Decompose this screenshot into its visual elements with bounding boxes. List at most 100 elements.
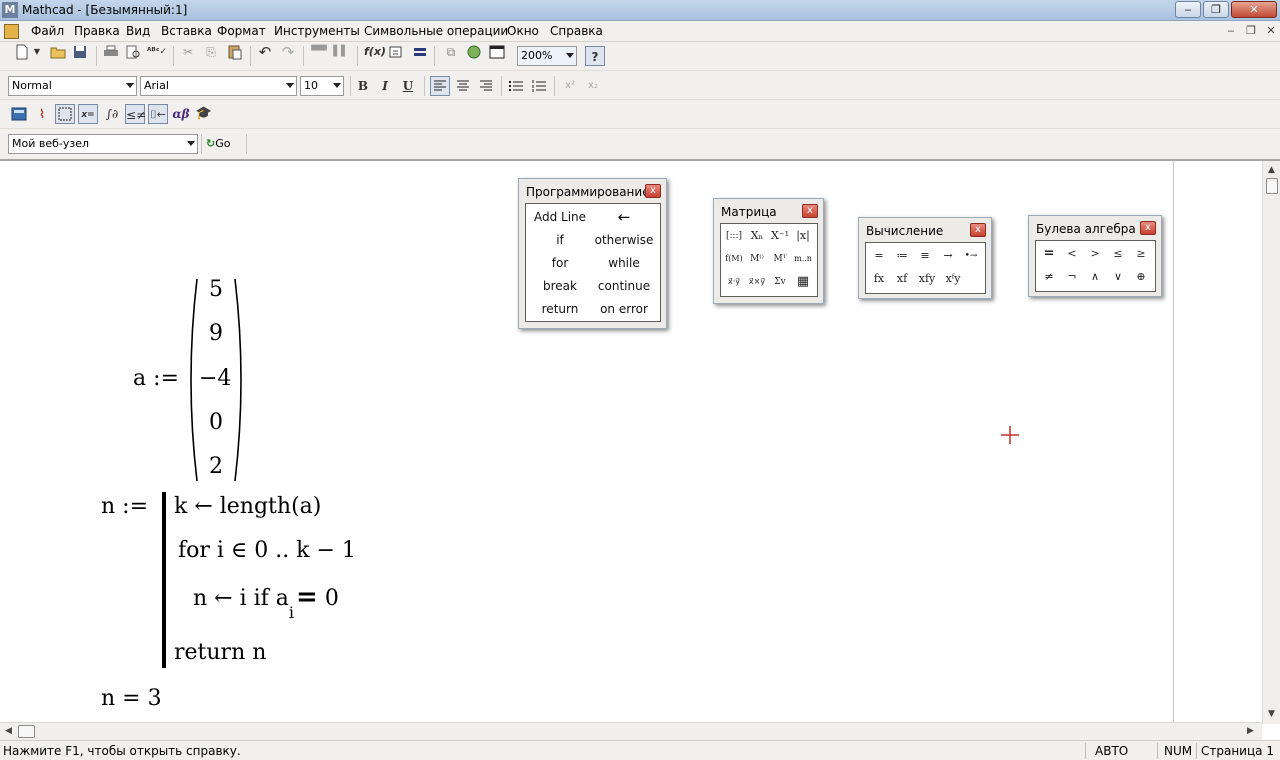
on-error-button[interactable]: on error [594,302,654,316]
not-button[interactable]: ¬ [1061,267,1083,287]
return-button[interactable]: return [530,302,590,316]
align-down-icon[interactable]: ▌▌ [331,42,351,62]
continue-button[interactable]: continue [594,279,654,293]
component-icon[interactable]: ⧉ [441,42,461,62]
matrix-toolbar-icon[interactable] [55,104,75,124]
matrix-palette[interactable]: Матрица x [:::] Xₙ X⁻¹ |x| f(M) M⁽⁾ Mᵀ m… [713,198,824,304]
mdi-restore-button[interactable]: ❐ [1243,24,1259,38]
open-folder-icon[interactable] [48,42,68,62]
web-address-select[interactable]: Мой веб-узел [8,134,198,154]
new-dropdown-icon[interactable]: ▼ [31,42,43,62]
close-icon[interactable]: x [1140,221,1156,235]
evaluation-toolbar-icon[interactable]: x= [78,104,98,124]
style-select[interactable]: Normal [8,76,137,96]
calculator-toolbar-icon[interactable] [9,104,29,124]
inverse-button[interactable]: X⁻¹ [769,226,791,246]
column-button[interactable]: M⁽⁾ [746,249,768,269]
document-icon[interactable] [4,24,19,39]
close-button[interactable]: ✕ [1231,1,1277,18]
picture-button[interactable]: ▦ [792,272,814,292]
programming-palette[interactable]: Программирование x Add Line ← if otherwi… [518,178,667,329]
keyword-eval-button[interactable]: •→ [960,246,982,266]
zoom-select[interactable]: 200% [517,46,577,66]
print-preview-icon[interactable] [123,42,143,62]
numbered-list-icon[interactable] [529,76,549,96]
redo-icon[interactable]: ↷ [278,42,298,62]
boolean-palette[interactable]: Булева алгебра x = < > ≤ ≥ ≠ ¬ ∧ ∨ ⊕ [1028,215,1162,297]
symbolic-eval-button[interactable]: → [937,246,959,266]
program-line[interactable]: for i ∈ 0 .. k − 1 [178,538,356,563]
window-icon[interactable] [487,42,507,62]
symbolic-toolbar-icon[interactable]: 🎓 [194,104,214,124]
horizontal-scroll-thumb[interactable] [18,725,35,738]
and-button[interactable]: ∧ [1084,267,1106,287]
vectorize-button[interactable]: f(M) [723,249,745,269]
menu-tools[interactable]: Инструменты [274,24,360,38]
xor-button[interactable]: ⊕ [1130,267,1152,287]
maximize-button[interactable]: ❐ [1203,1,1229,18]
horizontal-scrollbar[interactable]: ◀ ▶ [0,722,1262,740]
printer-icon[interactable] [101,42,121,62]
paste-icon[interactable] [225,42,245,62]
copy-icon[interactable]: ⎘ [201,42,221,62]
calculus-toolbar-icon[interactable]: ∫∂ [102,104,122,124]
or-button[interactable]: ∨ [1107,267,1129,287]
scroll-right-icon[interactable]: ▶ [1247,726,1254,736]
menu-view[interactable]: Вид [126,24,150,38]
subscript-button[interactable]: Xₙ [746,226,768,246]
program-line[interactable]: k ← length(a) [174,494,321,519]
cut-icon[interactable]: ✂ [178,42,198,62]
local-assign-button[interactable]: ← [594,208,654,226]
break-button[interactable]: break [530,279,590,293]
evaluate-button[interactable]: = [868,246,890,266]
treefix-operator-button[interactable]: xᶠy [942,269,964,289]
otherwise-button[interactable]: otherwise [594,233,654,247]
vertical-scrollbar[interactable]: ▲ ▼ [1262,161,1280,724]
while-button[interactable]: while [594,256,654,270]
underline-button[interactable]: U [398,76,418,96]
menu-edit[interactable]: Правка [74,24,120,38]
align-center-icon[interactable] [453,76,473,96]
align-right-icon[interactable] [476,76,496,96]
add-line-button[interactable]: Add Line [530,210,590,224]
mathcad-app-icon[interactable]: M [2,2,18,18]
scroll-up-icon[interactable]: ▲ [1268,165,1275,175]
calculate-icon[interactable] [410,42,430,62]
insert-unit-icon[interactable] [387,42,407,62]
result-evaluation[interactable]: n = 3 [101,686,162,711]
dot-product-button[interactable]: x⃗·y⃗ [723,272,745,292]
vector-element[interactable]: −4 [199,366,231,391]
program-line[interactable]: n ← i if ai= 0 [193,582,339,622]
superscript-button[interactable]: x² [560,76,580,96]
minimize-button[interactable]: ‒ [1175,1,1201,18]
menu-symbolics[interactable]: Символьные операции [364,24,508,38]
not-equal-button[interactable]: ≠ [1038,267,1060,287]
for-button[interactable]: for [530,256,590,270]
greater-than-button[interactable]: > [1084,244,1106,264]
vector-element[interactable]: 5 [201,277,231,302]
bold-button[interactable]: B [353,76,373,96]
vector-element[interactable]: 2 [201,454,231,479]
menu-help[interactable]: Справка [550,24,603,38]
go-button[interactable]: ↻Go [206,137,230,153]
mdi-minimize-button[interactable]: ‒ [1223,24,1239,38]
close-icon[interactable]: x [802,204,818,218]
less-equal-button[interactable]: ≤ [1107,244,1129,264]
help-icon[interactable]: ? [585,46,605,66]
menu-insert[interactable]: Вставка [161,24,212,38]
insert-function-icon[interactable]: f(x) [364,42,386,62]
menu-format[interactable]: Формат [217,24,266,38]
close-icon[interactable]: x [645,184,661,198]
bool-equal-button[interactable]: = [1038,244,1060,264]
matrix-button[interactable]: [:::] [723,226,745,246]
bullet-list-icon[interactable] [506,76,526,96]
evaluation-palette[interactable]: Вычисление x = ≔ ≡ → •→ fx xf xfy xᶠy [858,217,992,299]
program-line[interactable]: return n [174,640,266,665]
new-document-icon[interactable] [12,42,32,62]
font-size-select[interactable]: 10 [300,76,344,96]
prefix-operator-button[interactable]: fx [868,269,890,289]
save-disk-icon[interactable] [70,42,90,62]
vector-element[interactable]: 0 [201,410,231,435]
align-top-icon[interactable]: ▀▀ [309,42,329,62]
assign-n-label[interactable]: n := [101,494,148,519]
